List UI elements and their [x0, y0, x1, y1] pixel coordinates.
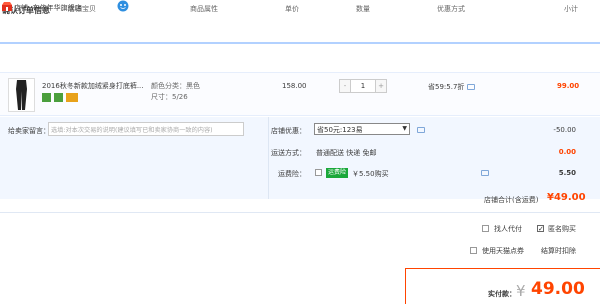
item-subtotal: 99.00 — [557, 82, 580, 90]
shop-total-value: ¥49.00 — [547, 192, 586, 203]
promo-info: 省59:5.7折 — [428, 82, 476, 92]
shipping-value: 0.00 — [558, 148, 576, 156]
quantity-decrease-button[interactable]: - — [340, 80, 351, 92]
shop-icon — [2, 2, 12, 11]
payment-currency: ¥ — [516, 282, 526, 300]
insurance-tag: 运费险 — [326, 168, 349, 178]
column-header — [0, 26, 600, 44]
col-discount: 优惠方式 — [437, 5, 465, 13]
promo-text: 省59:5.7折 — [428, 83, 465, 91]
shipping-label: 运送方式： — [271, 149, 306, 157]
quantity-input[interactable]: 1 — [351, 80, 375, 92]
shop-name[interactable]: 店铺: 布依年华旗舰店 — [14, 3, 82, 13]
item-badges — [42, 93, 79, 102]
item-title[interactable]: 2016秋冬新款加绒紧身打底裤... — [42, 81, 144, 91]
col-attributes: 商品属性 — [190, 5, 218, 13]
col-quantity: 数量 — [356, 5, 370, 13]
shipping-method: 普通配送 快递 免邮 — [316, 149, 377, 157]
badge-guarantee-icon — [54, 93, 64, 102]
discount-value: -50.00 — [553, 126, 576, 134]
message-label: 给卖家留言： — [8, 127, 50, 135]
leggings-image — [16, 80, 27, 110]
chevron-down-icon: ▼ — [402, 125, 407, 132]
insurance-value: 5.50 — [558, 169, 576, 177]
wangwang-chat-icon[interactable] — [117, 0, 129, 12]
payment-amount: 49.00 — [531, 279, 585, 299]
points-note: 结算时扣除 — [541, 247, 576, 255]
shop-discount-select[interactable]: 省50元:123易 ▼ — [314, 123, 410, 135]
quantity-increase-button[interactable]: + — [375, 80, 386, 92]
anonymous-label[interactable]: 匿名购买 — [548, 224, 576, 234]
item-thumbnail[interactable] — [8, 78, 35, 112]
badge-card-icon — [66, 93, 79, 102]
promo-info-icon[interactable] — [467, 84, 476, 90]
sku-size: 尺寸：5/26 — [151, 93, 188, 101]
payment-label: 实付款： — [488, 290, 516, 298]
badge-7day-icon — [42, 93, 51, 102]
col-price: 单价 — [285, 5, 299, 13]
discount-info-icon[interactable] — [417, 127, 425, 133]
insurance-info-icon[interactable] — [481, 170, 489, 176]
insurance-checkbox[interactable] — [315, 169, 322, 176]
shop-total-label: 店铺合计(含运费) — [484, 196, 539, 204]
shop-discount-selected: 省50元:123易 — [317, 126, 363, 134]
insurance-price: ￥5.50购买 — [352, 170, 389, 178]
unit-price: 158.00 — [282, 82, 307, 90]
shop-row — [0, 52, 600, 70]
agent-pay-label[interactable]: 找人代付 — [494, 224, 522, 234]
seller-message-input[interactable]: 选填:对本次交易的说明(建议填写已和卖家协商一致的内容) — [48, 122, 244, 136]
agent-pay-checkbox[interactable] — [482, 225, 489, 232]
use-points-checkbox[interactable] — [470, 247, 477, 254]
anonymous-checkbox[interactable]: ✓ — [537, 225, 544, 233]
sku-color: 颜色分类：黑色 — [151, 82, 200, 90]
use-points-label[interactable]: 使用天猫点券 — [482, 246, 524, 256]
discount-label: 店铺优惠： — [271, 127, 306, 135]
insurance-label: 运费险： — [278, 170, 306, 178]
col-subtotal: 小计 — [564, 5, 578, 13]
quantity-stepper: - 1 + — [339, 79, 387, 93]
item-row — [0, 72, 600, 116]
